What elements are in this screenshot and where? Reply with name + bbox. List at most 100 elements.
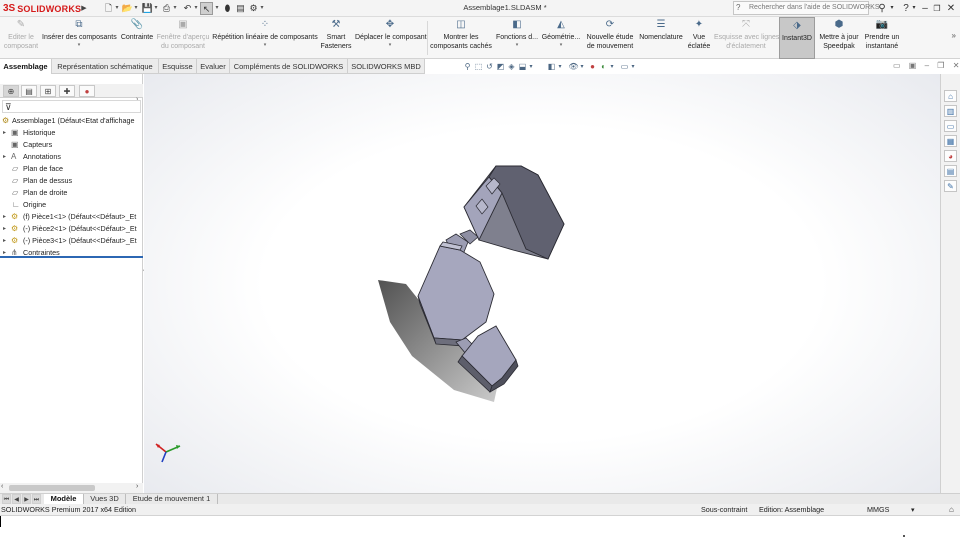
dropdown-icon[interactable]: ▾ (42, 42, 116, 48)
graphics-area[interactable] (144, 74, 940, 493)
tree-item-top-plane[interactable]: ▱ Plan de dessus (0, 175, 143, 187)
file-explorer-icon[interactable]: ▭ (944, 120, 957, 132)
reference-geometry-button[interactable]: ◭ Géométrie... ▾ (541, 17, 581, 59)
help-icon[interactable]: ? (901, 2, 911, 15)
smart-fasteners-button[interactable]: ⚒ Smart Fasteners (320, 17, 352, 59)
tree-root-assembly[interactable]: ⚙ Assemblage1 (Défaut<Etat d'affichage (0, 115, 143, 127)
expand-arrow-icon[interactable]: ▸ (3, 223, 6, 235)
tree-item-part3[interactable]: ▸ ⚙ (-) Pièce3<1> (Défaut<<Défaut>_Et (0, 235, 143, 247)
feature-tree-filter[interactable]: ⊽ (2, 100, 141, 113)
new-motion-study-button[interactable]: ⟳ Nouvelle étude de mouvement (584, 17, 636, 59)
file-properties-icon[interactable]: ▤ (234, 2, 247, 15)
home-icon[interactable]: ⌂ (944, 90, 957, 102)
dropdown-icon[interactable]: ▾ (541, 42, 581, 48)
tab-assemblage[interactable]: Assemblage (0, 59, 52, 74)
move-component-button[interactable]: ✥ Déplacer le composant ▾ (355, 17, 427, 59)
print-dropdown-icon[interactable]: ▾ (172, 2, 178, 15)
view-palette-icon[interactable]: ▦ (944, 135, 957, 147)
mate-button[interactable]: 📎 Contrainte (119, 17, 155, 59)
document-close-icon[interactable]: ✕ (953, 61, 960, 70)
scroll-left-icon[interactable]: ‹ (1, 483, 3, 490)
dropdown-icon[interactable]: ▾ (496, 42, 538, 48)
select-dropdown-icon[interactable]: ▾ (214, 2, 220, 15)
configuration-manager-tab-icon[interactable]: ⊞ (40, 85, 56, 97)
next-tab-icon[interactable]: ▶ (22, 494, 31, 504)
tab-schematic[interactable]: Représentation schématique (52, 59, 159, 74)
split-window-icon[interactable]: ▣ (909, 61, 917, 70)
hide-show-items-icon[interactable]: 👁 (568, 60, 579, 74)
bill-of-materials-button[interactable]: ☰ Nomenclature (638, 17, 684, 59)
solidworks-logo[interactable]: 3S SOLIDWORKS (3, 1, 81, 16)
scrollbar-thumb[interactable] (9, 485, 95, 491)
part3-body[interactable] (463, 165, 565, 260)
save-dropdown-icon[interactable]: ▾ (153, 2, 159, 15)
tree-item-origin[interactable]: ∟ Origine (0, 199, 143, 211)
help-dropdown-icon[interactable]: ▾ (911, 2, 917, 15)
help-search-box[interactable]: ? Rechercher dans l'aide de SOLIDWORKS (733, 1, 880, 15)
forum-icon[interactable]: ✎ (944, 180, 957, 192)
tab-motion-study[interactable]: Etude de mouvement 1 (126, 494, 218, 504)
select-icon[interactable]: ↖ (200, 2, 213, 15)
scene-dropdown-icon[interactable]: ▾ (609, 60, 615, 74)
apply-scene-icon[interactable]: ◐ (598, 60, 609, 74)
tab-sketch[interactable]: Esquisse (159, 59, 197, 74)
tree-item-part2[interactable]: ▸ ⚙ (-) Pièce2<1> (Défaut<<Défaut>_Et (0, 223, 143, 235)
insert-components-button[interactable]: ⧉ Insérer des composants ▾ (42, 17, 117, 59)
last-tab-icon[interactable]: ⏭ (32, 494, 41, 504)
view-settings-icon[interactable]: ▭ (619, 60, 630, 74)
tree-item-history[interactable]: ▸ ▣ Historique (0, 127, 143, 139)
restore-icon[interactable]: ❐ (932, 2, 942, 15)
close-icon[interactable]: ✕ (946, 2, 956, 15)
search-dropdown-icon[interactable]: ▾ (889, 2, 895, 15)
minimize-icon[interactable]: – (920, 2, 930, 15)
dynamic-annotation-icon[interactable]: ◈ (506, 60, 517, 74)
expand-arrow-icon[interactable]: ▸ (3, 211, 6, 223)
instant3d-button[interactable]: ⬗ Instant3D (779, 17, 815, 59)
tree-item-front-plane[interactable]: ▱ Plan de face (0, 163, 143, 175)
tab-mbd[interactable]: SOLIDWORKS MBD (348, 59, 425, 74)
scroll-right-icon[interactable]: › (136, 483, 138, 490)
expand-arrow-icon[interactable]: ▸ (3, 127, 6, 139)
unit-system[interactable]: MMGS (867, 505, 889, 515)
view-settings-dropdown-icon[interactable]: ▾ (630, 60, 636, 74)
tab-model[interactable]: Modèle (44, 494, 84, 504)
expand-arrow-icon[interactable]: ▸ (3, 235, 6, 247)
design-library-icon[interactable]: ▥ (944, 105, 957, 117)
display-style-dropdown-icon[interactable]: ▾ (557, 60, 563, 74)
assembly-features-button[interactable]: ◧ Fonctions d... ▾ (496, 17, 538, 59)
show-hidden-components-button[interactable]: ◫ Montrer les composants cachés (430, 17, 492, 59)
options-dropdown-icon[interactable]: ▾ (259, 2, 265, 15)
tree-item-part1[interactable]: ▸ ⚙ (f) Pièce1<1> (Défaut<<Défaut>_Et (0, 211, 143, 223)
dimxpert-tab-icon[interactable]: ✚ (59, 85, 75, 97)
tab-addins[interactable]: Compléments de SOLIDWORKS (230, 59, 348, 74)
explode-line-sketch-button[interactable]: ⤧ Esquisse avec lignes d'éclatement (714, 17, 779, 59)
document-restore-icon[interactable]: ❐ (937, 61, 944, 70)
component-preview-window-button[interactable]: ▣ Fenêtre d'aperçu du composant (156, 17, 210, 59)
hide-show-dropdown-icon[interactable]: ▾ (579, 60, 585, 74)
ribbon-overflow-icon[interactable]: » (952, 31, 956, 40)
section-view-icon[interactable]: ◩ (495, 60, 506, 74)
tree-item-sensors[interactable]: ▣ Capteurs (0, 139, 143, 151)
tab-3d-views[interactable]: Vues 3D (84, 494, 126, 504)
status-help-icon[interactable]: ⌂ (949, 505, 954, 514)
tile-window-icon[interactable]: ▭ (893, 61, 901, 70)
unit-system-dropdown-icon[interactable]: ▾ (911, 505, 915, 515)
zoom-to-area-icon[interactable]: ⬚ (473, 60, 484, 74)
tree-item-annotations[interactable]: ▸ A Annotations (0, 151, 143, 163)
display-manager-tab-icon[interactable]: ● (79, 85, 95, 97)
rollback-bar[interactable] (0, 256, 143, 258)
undo-dropdown-icon[interactable]: ▾ (193, 2, 199, 15)
update-speedpak-button[interactable]: ⬢ Mettre à jour Speedpak (817, 17, 861, 59)
expand-arrow-icon[interactable]: ▸ (3, 151, 6, 163)
edit-component-button[interactable]: ✎ Editer le composant (2, 17, 40, 59)
menu-expand-icon[interactable]: ▶ (80, 2, 88, 15)
rebuild-icon[interactable]: ⬮ (221, 2, 234, 15)
new-dropdown-icon[interactable]: ▾ (114, 2, 120, 15)
tab-evaluate[interactable]: Evaluer (197, 59, 230, 74)
view-orientation-icon[interactable]: ⬓ (517, 60, 528, 74)
view-orientation-dropdown-icon[interactable]: ▾ (528, 60, 534, 74)
appearances-icon[interactable]: ◕ (944, 150, 957, 162)
previous-view-icon[interactable]: ↺ (484, 60, 495, 74)
document-minimize-icon[interactable]: – (925, 61, 929, 70)
dropdown-icon[interactable]: ▾ (355, 42, 425, 48)
